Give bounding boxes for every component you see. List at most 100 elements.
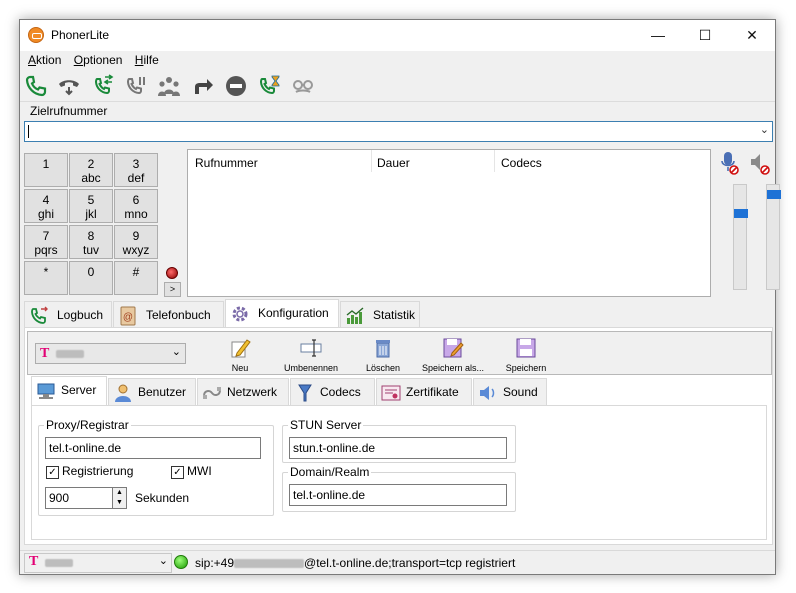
delete-profile-button[interactable]: Löschen [363, 337, 403, 373]
rename-icon [300, 339, 322, 357]
key-3[interactable]: 3 def [114, 153, 158, 187]
tab-server[interactable]: Server [31, 376, 107, 406]
stun-server-label: STUN Server [288, 418, 364, 432]
chart-icon [346, 307, 364, 324]
seconds-spinner[interactable]: ▲ ▼ [113, 487, 127, 509]
registration-status-text: sip:+49 @tel.t-online.de;transport=tcp re… [195, 556, 516, 570]
phonebook-icon: @ [120, 306, 136, 326]
close-button[interactable]: ✕ [729, 20, 775, 51]
keypad: 1 2 abc 3 def 4 ghi 5 jkl 6 mno 7 pqrs 8 tuv 9w… [24, 153, 184, 299]
seconds-input[interactable]: 900 [45, 487, 113, 509]
microphone-muted-icon[interactable] [719, 151, 739, 175]
registrierung-label[interactable]: Registrierung [62, 464, 133, 478]
microphone-volume-slider[interactable] [733, 184, 748, 290]
tab-logbuch[interactable]: Logbuch [24, 301, 112, 328]
tab-zertifikate[interactable]: Zertifikate [376, 378, 472, 405]
tab-telefonbuch[interactable]: @ Telefonbuch [113, 301, 224, 328]
new-profile-button[interactable]: Neu [225, 337, 255, 373]
menu-bar: Aktion Optionen Hilfe [20, 51, 775, 70]
certificate-icon [381, 385, 401, 401]
key-9[interactable]: 9 wxyz [114, 225, 158, 259]
menu-optionen[interactable]: Optionen [74, 51, 128, 67]
configuration-panel: T ⌄ Neu Umbenennen Löschen Speichern als… [24, 327, 773, 545]
audio-panel [712, 149, 781, 297]
key-7[interactable]: 7 pqrs [24, 225, 68, 259]
dnd-icon[interactable] [224, 74, 248, 98]
maximize-button[interactable]: ☐ [682, 20, 728, 51]
callback-icon[interactable] [257, 74, 281, 98]
key-2[interactable]: 2 abc [69, 153, 113, 187]
key-0[interactable]: 0 [69, 261, 113, 295]
key-1[interactable]: 1 [24, 153, 68, 187]
tab-netzwerk[interactable]: Netzwerk [197, 378, 289, 405]
column-codecs[interactable]: Codecs [501, 156, 542, 170]
proxy-registrar-group: Proxy/Registrar tel.t-online.de ✓ Regist… [38, 418, 274, 516]
status-profile-select[interactable]: T ⌄ [24, 553, 172, 573]
key-8[interactable]: 8 tuv [69, 225, 113, 259]
redacted-phone-number [234, 559, 305, 568]
sound-icon [480, 386, 495, 400]
title-bar: PhonerLite — ☐ ✕ [20, 20, 775, 51]
menu-aktion[interactable]: Aktion [28, 51, 66, 67]
save-profile-as-button[interactable]: Speichern als... [418, 337, 488, 373]
speaker-volume-slider[interactable] [766, 184, 781, 290]
key-6[interactable]: 6 mno [114, 189, 158, 223]
chevron-down-icon[interactable]: ⌄ [760, 123, 769, 136]
key-hash[interactable]: # [114, 261, 158, 295]
conference-icon[interactable] [157, 74, 181, 98]
mwi-label[interactable]: MWI [187, 464, 212, 478]
profile-toolbar: T ⌄ Neu Umbenennen Löschen Speichern als… [27, 331, 772, 375]
stun-server-input[interactable]: stun.t-online.de [289, 437, 507, 459]
call-icon[interactable] [24, 74, 48, 98]
key-star[interactable]: * [24, 261, 68, 295]
tab-statistik[interactable]: Statistik [340, 301, 420, 328]
speaker-muted-icon[interactable] [749, 151, 771, 175]
server-settings-panel: Proxy/Registrar tel.t-online.de ✓ Regist… [31, 405, 767, 540]
mwi-checkbox[interactable]: ✓ [171, 466, 184, 479]
redacted-profile-name [45, 559, 73, 567]
call-list[interactable]: Rufnummer Dauer Codecs [187, 149, 711, 297]
text-caret [28, 125, 29, 138]
proxy-registrar-input[interactable]: tel.t-online.de [45, 437, 261, 459]
pencil-icon [231, 339, 251, 358]
domain-realm-input[interactable]: tel.t-online.de [289, 484, 507, 506]
save-as-icon [443, 338, 464, 358]
key-4[interactable]: 4 ghi [24, 189, 68, 223]
rename-profile-button[interactable]: Umbenennen [281, 337, 341, 373]
column-rufnummer[interactable]: Rufnummer [195, 156, 258, 170]
call-waiting-icon[interactable] [124, 74, 148, 98]
tab-konfiguration[interactable]: Konfiguration [225, 299, 339, 329]
trash-icon [376, 340, 390, 358]
status-bar: T ⌄ sip:+49 @tel.t-online.de;transport=tc… [20, 550, 775, 574]
profile-select[interactable]: T ⌄ [35, 343, 186, 364]
key-5[interactable]: 5 jkl [69, 189, 113, 223]
server-icon [37, 383, 55, 399]
toolbar [20, 70, 775, 102]
proxy-registrar-label: Proxy/Registrar [44, 418, 131, 432]
tab-sound[interactable]: Sound [473, 378, 547, 405]
anonymous-icon[interactable] [291, 74, 315, 98]
telekom-logo: T [40, 346, 50, 361]
tab-benutzer[interactable]: Benutzer [108, 378, 196, 405]
menu-hilfe[interactable]: Hilfe [135, 51, 164, 67]
window-title: PhonerLite [51, 28, 110, 42]
record-icon[interactable] [166, 267, 178, 279]
tab-codecs[interactable]: Codecs [290, 378, 375, 405]
microphone-volume-thumb[interactable] [734, 209, 748, 218]
speaker-volume-thumb[interactable] [767, 190, 781, 199]
transfer-icon[interactable] [91, 74, 115, 98]
target-number-input[interactable]: ⌄ [24, 121, 773, 142]
column-dauer[interactable]: Dauer [377, 156, 410, 170]
forward-icon[interactable] [191, 74, 215, 98]
domain-realm-group: Domain/Realm tel.t-online.de [282, 465, 516, 512]
save-profile-button[interactable]: Speichern [502, 337, 550, 373]
network-icon [203, 387, 221, 399]
chevron-down-icon[interactable]: ⌄ [159, 554, 168, 567]
minimize-button[interactable]: — [635, 20, 681, 51]
chevron-down-icon[interactable]: ⌄ [172, 345, 181, 358]
registration-status-icon [174, 555, 188, 569]
keypad-more-button[interactable]: > [164, 282, 181, 297]
save-icon [516, 338, 536, 358]
registrierung-checkbox[interactable]: ✓ [46, 466, 59, 479]
hold-icon[interactable] [57, 74, 81, 98]
